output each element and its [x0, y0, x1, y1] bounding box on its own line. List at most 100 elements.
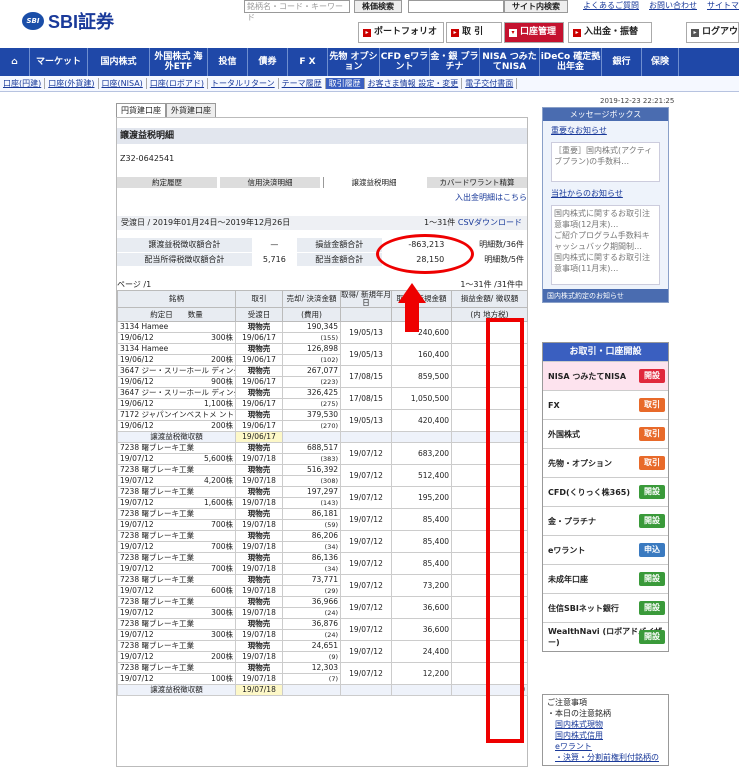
subnav-item[interactable]: 口座(円建)	[0, 78, 46, 89]
stock-name[interactable]: 7238 曙ブレーキ工業	[117, 508, 236, 520]
tab-tax[interactable]: 譲渡益税明細	[323, 177, 424, 188]
arrow-icon: ▾	[509, 29, 517, 37]
nav-bank[interactable]: 銀行	[602, 48, 642, 76]
sitemap-link[interactable]: サイトマ	[707, 0, 739, 11]
tab-margin[interactable]: 信用決済明細	[220, 177, 320, 188]
stock-name[interactable]: 7238 曙ブレーキ工業	[117, 640, 236, 652]
arrow-icon: ▸	[451, 29, 459, 37]
site-search-button[interactable]: サイト内検索	[504, 0, 568, 13]
portfolio-button[interactable]: ▸ ポートフォリオ	[358, 22, 444, 43]
nav-insurance[interactable]: 保険	[642, 48, 679, 76]
faq-link[interactable]: よくあるご質問	[583, 0, 639, 11]
arrow-icon: ▸	[363, 29, 371, 37]
home-icon[interactable]: ⌂	[0, 48, 30, 76]
site-search-input[interactable]	[408, 0, 504, 13]
stock-name[interactable]: 7238 曙ブレーキ工業	[117, 618, 236, 630]
subnav-item-active[interactable]: 取引履歴	[325, 78, 365, 89]
table-row: 3134 Hamee 現物売 190,345 19/05/13 240,600	[117, 321, 528, 344]
account-item[interactable]: NISA つみたてNISA 開設	[543, 361, 668, 390]
execution-notice[interactable]: 国内株式約定のお知らせ	[543, 289, 668, 302]
subnav-item[interactable]: 電子交付書面	[462, 78, 518, 89]
account-action-button[interactable]: 申込	[639, 543, 665, 557]
nav-futures[interactable]: 先物 オプション	[328, 48, 380, 76]
stock-name[interactable]: 3134 Hamee	[117, 321, 236, 333]
logout-button[interactable]: ▸ ログアウ	[686, 22, 739, 43]
table-row: 7238 曙ブレーキ工業 現物売 36,966 19/07/12 36,600	[117, 596, 528, 619]
stock-name[interactable]: 7238 曙ブレーキ工業	[117, 530, 236, 542]
account-item[interactable]: eワラント 申込	[543, 535, 668, 564]
stock-name[interactable]: 7238 曙ブレーキ工業	[117, 552, 236, 564]
account-action-button[interactable]: 取引	[639, 398, 665, 412]
account-action-button[interactable]: 開設	[639, 601, 665, 615]
nav-fx[interactable]: F X	[288, 48, 328, 76]
csv-download-link[interactable]: CSVダウンロード	[458, 218, 522, 227]
account-item[interactable]: CFD(くりっく株365) 開設	[543, 477, 668, 506]
deposit-button[interactable]: ▸ 入出金・振替	[568, 22, 652, 43]
tab-yen[interactable]: 円貨建口座	[116, 103, 166, 117]
tab-execution[interactable]: 約定履歴	[117, 177, 217, 188]
annotation-circle	[376, 234, 474, 274]
arrow-icon: ▸	[573, 29, 581, 37]
stock-name[interactable]: 3647 ジー・スリーホール ディングス	[117, 387, 236, 399]
account-item[interactable]: WealthNavi (ロボアドバイザー) 開設	[543, 622, 668, 651]
nav-gold[interactable]: 金・銀 プラチナ	[430, 48, 480, 76]
account-action-button[interactable]: 開設	[639, 369, 665, 383]
important-text[interactable]: ［重要］国内株式(アクティブプラン)の手数料…	[551, 142, 660, 182]
subnav-item[interactable]: 口座(NISA)	[99, 78, 147, 89]
stock-name[interactable]: 7238 曙ブレーキ工業	[117, 596, 236, 608]
nav-nisa[interactable]: NISA つみたてNISA	[480, 48, 540, 76]
nav-bond[interactable]: 債券	[248, 48, 288, 76]
annotation-arrow	[398, 283, 426, 303]
stock-search-button[interactable]: 株価検索	[354, 0, 402, 13]
account-action-button[interactable]: 開設	[639, 572, 665, 586]
account-item[interactable]: 金・プラチナ 開設	[543, 506, 668, 535]
notes-panel: ご注意事項 ・本日の注意銘柄 国内株式現物 国内株式信用 eワラント ・決算・分…	[542, 694, 669, 766]
account-mgmt-button[interactable]: ▾ 口座管理	[504, 22, 564, 43]
trade-button[interactable]: ▸ 取 引	[446, 22, 502, 43]
logo-mark: SBI	[22, 12, 44, 30]
stock-name[interactable]: 7238 曙ブレーキ工業	[117, 662, 236, 674]
account-item[interactable]: 先物・オプション 取引	[543, 448, 668, 477]
important-link[interactable]: 重要なお知らせ	[543, 121, 668, 140]
notice-list: 国内株式に関するお取引注意事項(12月末)… ご紹介プログラム手数料キャッシュバ…	[551, 205, 660, 285]
nav-cfd[interactable]: CFD eワラント	[380, 48, 430, 76]
subnav-item[interactable]: テーマ履歴	[279, 78, 326, 89]
sbi-logo[interactable]: SBI SBI証券	[22, 8, 114, 34]
notice-link[interactable]: 当社からのお知らせ	[543, 184, 668, 203]
contact-link[interactable]: お問い合わせ	[649, 0, 697, 11]
stock-name[interactable]: 7238 曙ブレーキ工業	[117, 464, 236, 476]
subnav-item[interactable]: 口座(ロボアド)	[147, 78, 209, 89]
deposit-guide-link[interactable]: 入出金明細はこちら	[455, 192, 527, 203]
subnav-item[interactable]: 口座(外貨建)	[45, 78, 99, 89]
tab-foreign[interactable]: 外貨建口座	[166, 103, 216, 117]
nav-fund[interactable]: 投信	[208, 48, 248, 76]
account-action-button[interactable]: 開設	[639, 630, 665, 644]
search-input[interactable]: 銘柄名・コード・キーワード	[244, 0, 350, 22]
account-item[interactable]: FX 取引	[543, 390, 668, 419]
nav-domestic-stock[interactable]: 国内株式	[88, 48, 150, 76]
tax-row: 譲渡益税徴収額 19/06/17	[117, 431, 528, 443]
account-action-button[interactable]: 開設	[639, 485, 665, 499]
account-action-button[interactable]: 取引	[639, 456, 665, 470]
nav-foreign-stock[interactable]: 外国株式 海外ETF	[150, 48, 208, 76]
table-row: 7238 曙ブレーキ工業 現物売 12,303 19/07/12 12,200	[117, 662, 528, 685]
tab-warrant[interactable]: カバードワラント精算	[427, 177, 527, 188]
account-action-button[interactable]: 取引	[639, 427, 665, 441]
stock-name[interactable]: 7238 曙ブレーキ工業	[117, 442, 236, 454]
stock-name[interactable]: 3647 ジー・スリーホール ディングス	[117, 365, 236, 377]
stock-name[interactable]: 7172 ジャパンインベストメ ントアドバイザー	[117, 409, 236, 421]
subnav-item[interactable]: お客さま情報 設定・変更	[365, 78, 463, 89]
stock-name[interactable]: 7238 曙ブレーキ工業	[117, 574, 236, 586]
stock-name[interactable]: 3134 Hamee	[117, 343, 236, 355]
account-item[interactable]: 未成年口座 開設	[543, 564, 668, 593]
pagination: ページ /1 1〜31件 /31件中	[117, 280, 523, 289]
stock-name[interactable]: 7238 曙ブレーキ工業	[117, 486, 236, 498]
subnav-item[interactable]: トータルリターン	[208, 78, 279, 89]
account-item[interactable]: 外国株式 取引	[543, 419, 668, 448]
nav-market[interactable]: マーケット	[30, 48, 88, 76]
date-range: 受渡日 / 2019年01月24日〜2019年12月26日 1〜31件 CSVダ…	[117, 216, 527, 230]
account-action-button[interactable]: 開設	[639, 514, 665, 528]
nav-ideco[interactable]: iDeCo 確定拠出年金	[540, 48, 602, 76]
account-item[interactable]: 住信SBIネット銀行 開設	[543, 593, 668, 622]
detail-table: 銘柄 取引 売却/ 決済金額 取得/ 新規年月日 取得/ 新規金額 損益金額/ …	[117, 290, 528, 696]
